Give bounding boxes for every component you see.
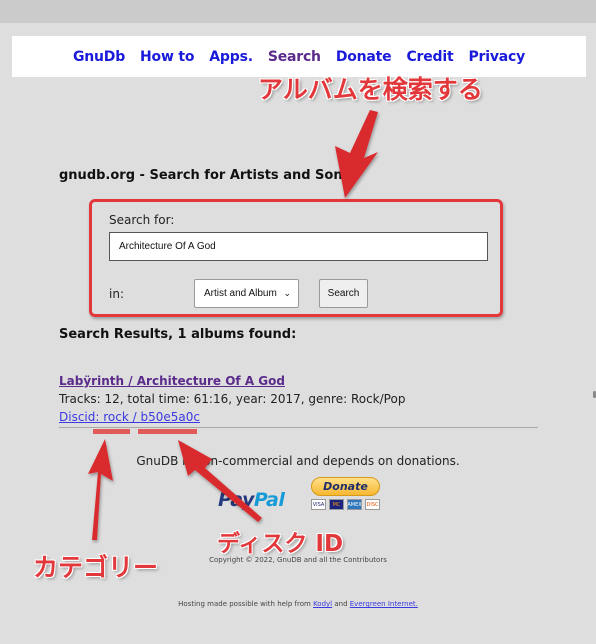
arrow-to-category [88, 439, 113, 540]
arrow-to-discid [178, 440, 262, 522]
arrow-to-search-box [335, 110, 378, 198]
annotation-search-album: アルバムを検索する [258, 75, 483, 104]
annotation-disc-id: ディスク ID [217, 531, 344, 557]
annotation-category: カテゴリー [33, 553, 159, 582]
